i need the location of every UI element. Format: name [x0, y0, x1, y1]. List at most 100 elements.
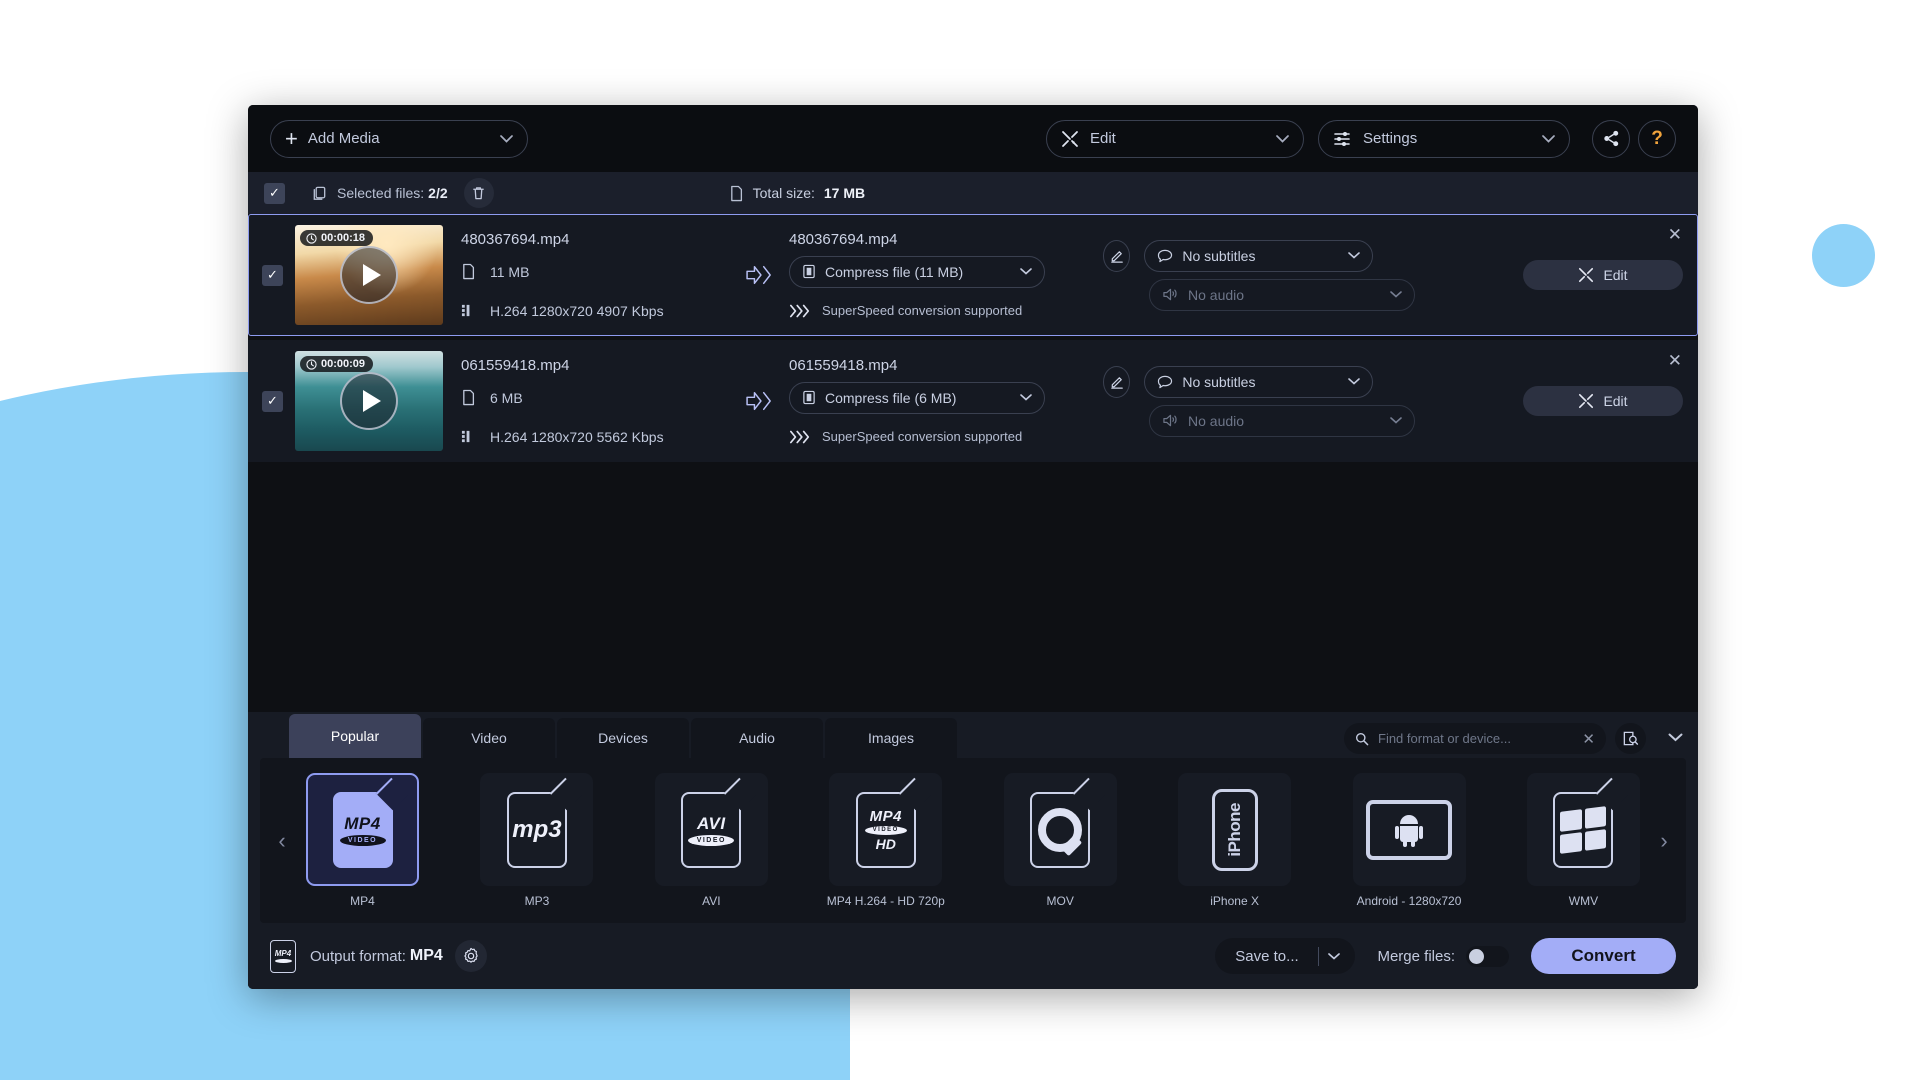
file-checkbox[interactable]: ✓ [262, 390, 283, 412]
search-icon [1355, 732, 1369, 746]
edit-menu-button[interactable]: Edit [1046, 119, 1304, 158]
merge-files-control: Merge files: [1377, 945, 1509, 967]
tab-label: Popular [330, 728, 380, 744]
audio-dropdown[interactable]: No audio [1149, 404, 1415, 437]
help-button[interactable]: ? [1638, 119, 1676, 158]
gear-icon [464, 947, 478, 963]
superspeed-note: SuperSpeed conversion supported [789, 421, 1089, 453]
format-card-iphone-x[interactable]: iPhone iPhone X [1178, 773, 1292, 908]
file-row[interactable]: ✓ 00:00:09 061559418.mp4 6 MB H.264 1280… [248, 340, 1698, 462]
subtitles-dropdown[interactable]: No subtitles [1144, 239, 1373, 272]
chevron-down-icon[interactable] [1348, 252, 1360, 259]
chevron-down-icon[interactable] [1390, 291, 1402, 298]
format-card-mp4[interactable]: MP4 VIDEO MP4 [306, 773, 419, 908]
tab-video[interactable]: Video [423, 718, 555, 758]
chevron-down-icon[interactable] [1020, 268, 1032, 275]
output-format-value: MP4 [409, 947, 443, 964]
clear-search-icon[interactable]: ✕ [1582, 730, 1595, 748]
source-info: 061559418.mp4 6 MB H.264 1280x720 5562 K… [461, 350, 731, 453]
share-button[interactable] [1592, 119, 1630, 158]
speaker-icon [1162, 287, 1179, 302]
track-top-row: No subtitles [1103, 239, 1373, 272]
preset-dropdown[interactable]: Compress file (6 MB) [789, 381, 1045, 414]
clock-icon [306, 232, 317, 244]
chevron-down-icon[interactable] [1348, 378, 1360, 385]
duration-badge: 00:00:18 [300, 230, 374, 246]
format-cards: MP4 VIDEO MP4 mp3 MP3 AVI VIDEO AVI MP4 … [304, 773, 1642, 908]
tab-label: Devices [598, 730, 648, 746]
format-card-android[interactable]: Android - 1280x720 [1352, 773, 1466, 908]
format-card-mp4-hd[interactable]: MP4 VIDEO HD MP4 H.264 - HD 720p [826, 773, 945, 908]
format-card-avi[interactable]: AVI VIDEO AVI [654, 773, 768, 908]
chevron-right-icon: › [1660, 827, 1668, 853]
tab-audio[interactable]: Audio [691, 718, 823, 758]
add-media-button[interactable]: + Add Media [270, 119, 528, 158]
format-caption: MP4 H.264 - HD 720p [826, 894, 945, 908]
remove-file-button[interactable]: ✕ [1668, 352, 1682, 369]
scroll-left-button[interactable]: ‹ [260, 828, 304, 854]
format-card-wmv[interactable]: WMV [1526, 773, 1640, 908]
audio-dropdown[interactable]: No audio [1149, 278, 1415, 311]
tab-popular[interactable]: Popular [289, 714, 421, 758]
file-checkbox[interactable]: ✓ [262, 264, 283, 286]
rename-button[interactable] [1103, 365, 1131, 398]
format-tile [1352, 773, 1466, 886]
help-icon: ? [1651, 127, 1663, 149]
search-box[interactable]: ✕ [1344, 723, 1606, 754]
superspeed-text: SuperSpeed conversion supported [822, 429, 1023, 444]
format-card-mov[interactable]: MOV [1003, 773, 1117, 908]
rename-button[interactable] [1103, 239, 1131, 272]
play-icon[interactable] [340, 246, 398, 304]
clock-icon [306, 358, 317, 370]
tab-label: Images [868, 730, 914, 746]
output-settings-button[interactable] [454, 940, 487, 972]
select-all-checkbox[interactable]: ✓ [264, 182, 285, 204]
tab-devices[interactable]: Devices [557, 718, 689, 758]
subtitle-bubble-icon [1157, 249, 1173, 263]
format-card-mp3[interactable]: mp3 MP3 [480, 773, 594, 908]
app-window: + Add Media Edit Settings ? ✓ Selected f… [248, 105, 1698, 989]
file-thumbnail[interactable]: 00:00:09 [295, 351, 443, 451]
convert-button[interactable]: Convert [1531, 938, 1676, 974]
settings-menu-button[interactable]: Settings [1318, 119, 1570, 158]
search-input[interactable] [1378, 731, 1579, 746]
remove-file-button[interactable]: ✕ [1668, 226, 1682, 243]
chevron-down-icon[interactable] [1390, 417, 1402, 424]
file-row[interactable]: ✓ 00:00:18 480367694.mp4 11 MB H.264 128… [248, 214, 1698, 336]
chevron-down-icon[interactable] [1276, 134, 1289, 143]
android-robot-icon [1395, 814, 1424, 847]
collapse-panel-button[interactable] [1662, 722, 1688, 752]
sliders-icon [1333, 131, 1352, 147]
save-to-button[interactable]: Save to... [1215, 938, 1356, 974]
target-name-row: 480367694.mp4 [789, 224, 1089, 256]
play-icon[interactable] [340, 372, 398, 430]
preset-label: Compress file (6 MB) [825, 389, 957, 406]
browse-formats-button[interactable] [1615, 723, 1646, 754]
row-edit-button[interactable]: Edit [1523, 386, 1683, 416]
row-edit-button[interactable]: Edit [1523, 260, 1683, 290]
audio-label: No audio [1188, 412, 1245, 429]
subtitles-dropdown[interactable]: No subtitles [1144, 365, 1373, 398]
chevron-down-icon[interactable] [1020, 394, 1032, 401]
scroll-right-button[interactable]: › [1642, 828, 1686, 854]
selected-files-label: Selected files: [337, 185, 425, 201]
merge-files-toggle[interactable] [1466, 945, 1509, 967]
target-file-name: 480367694.mp4 [789, 231, 898, 248]
chevron-down-icon[interactable] [1542, 134, 1555, 143]
superspeed-text: SuperSpeed conversion supported [822, 303, 1023, 318]
format-caption: iPhone X [1210, 894, 1259, 908]
chevron-down-icon[interactable] [500, 134, 513, 143]
format-search-area: ✕ [1344, 723, 1646, 754]
find-format-icon [1623, 731, 1639, 746]
decorative-dot [1812, 224, 1875, 287]
file-thumbnail[interactable]: 00:00:18 [295, 225, 443, 325]
format-caption: WMV [1568, 894, 1599, 908]
preset-dropdown[interactable]: Compress file (11 MB) [789, 255, 1045, 288]
delete-selected-button[interactable] [463, 178, 494, 208]
tab-images[interactable]: Images [825, 718, 957, 758]
toggle-knob [1469, 948, 1484, 964]
subtitles-label: No subtitles [1182, 373, 1256, 390]
file-list: ✓ 00:00:18 480367694.mp4 11 MB H.264 128… [248, 214, 1698, 462]
chevron-down-icon[interactable] [1319, 952, 1349, 960]
film-icon [802, 264, 816, 279]
